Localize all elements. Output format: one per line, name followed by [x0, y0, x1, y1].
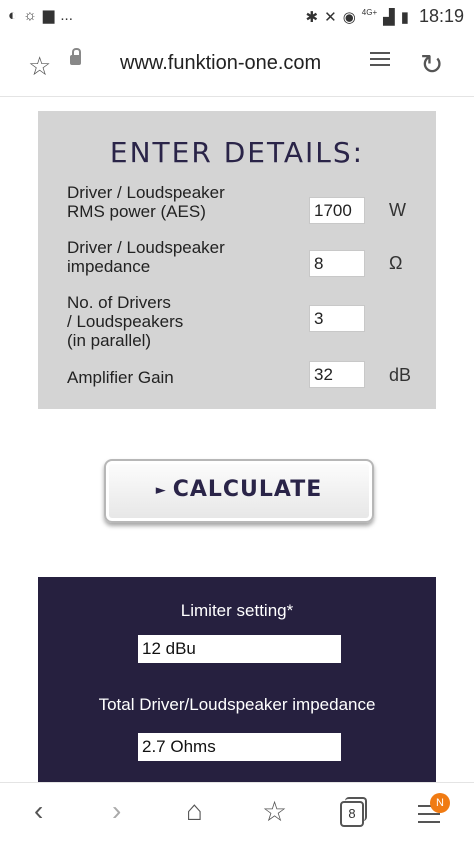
browser-toolbar: ☆ www.funktion-one.com ↻ [0, 34, 474, 97]
details-title: ENTER DETAILS: [109, 136, 365, 169]
status-time: 18:19 [418, 6, 464, 26]
status-bar-left: ◐ ☼ ▆ ... [8, 6, 73, 25]
impedance-input[interactable]: 8 [309, 250, 365, 277]
status-bar: ◐ ☼ ▆ ... ✱ ✕ ◉ 4G+ ▟ ▮ 18:19 [0, 0, 474, 34]
row-label-line: Driver / Loudspeaker [67, 238, 225, 257]
row-label-line: / Loudspeakers [67, 312, 184, 331]
status-bar-right: ✱ ✕ ◉ 4G+ ▟ ▮ 18:19 [306, 6, 464, 27]
bookmark-star-icon[interactable]: ☆ [28, 51, 51, 82]
limiter-label: Limiter setting* [180, 601, 294, 620]
calculate-button[interactable]: ► CALCULATE [104, 459, 374, 523]
row-label: Amplifier Gain [67, 368, 174, 387]
impedance-unit: Ω [389, 253, 403, 273]
mute-icon: ✕ [324, 8, 337, 26]
signal-icon: ▟ [383, 8, 395, 26]
total-impedance-value-field[interactable]: 2.7 Ohms [138, 733, 341, 761]
lock-icon [70, 48, 81, 65]
row-label: No. of Drivers / Loudspeakers (in parall… [67, 293, 183, 350]
whatsapp-icon: ◐ [8, 6, 18, 24]
limiter-value-field[interactable]: 12 dBu [138, 635, 341, 663]
row-label-line: No. of Drivers [67, 293, 171, 312]
notification-badge: N [430, 793, 450, 813]
reader-mode-icon[interactable] [370, 52, 390, 74]
row-label-line: Driver / Loudspeaker [67, 183, 225, 202]
row-label: Driver / Loudspeaker RMS power (AES) [67, 183, 225, 221]
row-label: Driver / Loudspeaker impedance [67, 238, 225, 276]
row-label-line: impedance [67, 257, 151, 276]
alarm-icon: ◉ [342, 8, 356, 26]
row-label-line: RMS power (AES) [67, 202, 206, 221]
calculate-button-content: ► CALCULATE [156, 477, 323, 502]
forward-icon[interactable]: › [112, 795, 121, 827]
play-arrow-icon: ► [155, 483, 167, 498]
browser-bottom-nav: ‹ › ⌂ ☆ 8 N [0, 782, 474, 844]
total-impedance-label: Total Driver/Loudspeaker impedance [98, 695, 376, 714]
bluetooth-icon: ✱ [305, 8, 319, 26]
message-icon: ▆ [42, 7, 55, 24]
results-section: Limiter setting* 12 dBu Total Driver/Lou… [38, 577, 436, 782]
calculate-label: CALCULATE [172, 477, 323, 502]
bookmarks-icon[interactable]: ☆ [262, 795, 287, 828]
refresh-icon[interactable]: ↻ [420, 48, 443, 81]
url-field[interactable]: www.funktion-one.com [120, 52, 321, 75]
row-label-line: Amplifier Gain [67, 368, 174, 387]
details-section: ENTER DETAILS: Driver / Loudspeaker RMS … [38, 111, 436, 409]
rms-power-input[interactable]: 1700 [309, 197, 365, 224]
sun-icon: ☼ [23, 6, 37, 24]
home-icon[interactable]: ⌂ [186, 795, 203, 827]
amplifier-gain-input[interactable]: 32 [309, 361, 365, 388]
more-notifications: ... [60, 6, 73, 24]
back-icon[interactable]: ‹ [34, 795, 43, 827]
drivers-input[interactable]: 3 [309, 305, 365, 332]
calculator-panel: ENTER DETAILS: Driver / Loudspeaker RMS … [38, 97, 436, 782]
row-label-line: (in parallel) [67, 331, 152, 350]
network-type: 4G+ [361, 8, 378, 17]
battery-icon: ▮ [400, 8, 409, 26]
rms-power-unit: W [389, 200, 406, 220]
amplifier-gain-unit: dB [389, 365, 412, 385]
tabs-count[interactable]: 8 [340, 801, 364, 827]
web-page: ENTER DETAILS: Driver / Loudspeaker RMS … [0, 97, 474, 782]
